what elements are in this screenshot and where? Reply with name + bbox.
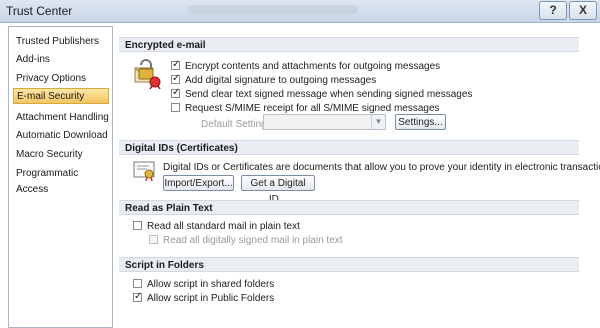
help-button[interactable]: ? [539, 1, 567, 20]
plain-text-standard-option[interactable]: Read all standard mail in plain text [133, 220, 300, 233]
settings-button[interactable]: Settings... [395, 114, 446, 130]
encrypt-contents-checkbox[interactable] [171, 58, 180, 71]
title-bar: Trust Center ? X [0, 0, 600, 23]
section-header-read-as-plain-text: Read as Plain Text [119, 200, 579, 215]
default-setting-select[interactable]: ▼ [263, 114, 386, 130]
add-signature-label: Add digital signature to outgoing messag… [185, 75, 377, 86]
lock-envelope-icon [134, 59, 161, 89]
script-shared-folders-label: Allow script in shared folders [147, 279, 275, 290]
section-header-encrypted-email: Encrypted e-mail [119, 37, 579, 52]
blurred-account-address [188, 5, 358, 14]
digital-ids-description: Digital IDs or Certificates are document… [163, 162, 600, 173]
sidebar-item-trusted-publishers[interactable]: Trusted Publishers [13, 34, 109, 50]
section-header-script-in-folders: Script in Folders [119, 257, 579, 272]
encrypt-contents-option[interactable]: Encrypt contents and attachments for out… [171, 58, 441, 73]
plain-text-standard-checkbox[interactable] [133, 221, 142, 230]
plain-text-signed-label: Read all digitally signed mail in plain … [163, 235, 343, 246]
clear-text-signed-label: Send clear text signed message when send… [185, 89, 473, 100]
script-shared-folders-checkbox[interactable] [133, 279, 142, 288]
sidebar-item-add-ins[interactable]: Add-ins [13, 52, 109, 68]
import-export-button[interactable]: Import/Export... [163, 175, 234, 191]
script-public-folders-label: Allow script in Public Folders [147, 293, 275, 304]
add-signature-checkbox[interactable] [171, 72, 180, 85]
sidebar-item-attachment-handling[interactable]: Attachment Handling [13, 110, 109, 126]
sidebar-item-programmatic-access[interactable]: Programmatic Access [13, 166, 109, 195]
script-public-folders-option[interactable]: Allow script in Public Folders [133, 290, 275, 305]
main-panel: Encrypted e-mail Encrypt contents and at… [119, 26, 600, 326]
get-digital-id-button[interactable]: Get a Digital ID... [241, 175, 315, 205]
plain-text-signed-option: Read all digitally signed mail in plain … [149, 234, 343, 247]
plain-text-signed-checkbox [149, 235, 158, 244]
chevron-down-icon[interactable]: ▼ [371, 115, 385, 129]
section-header-digital-ids: Digital IDs (Certificates) [119, 140, 579, 155]
sidebar-item-privacy-options[interactable]: Privacy Options [13, 71, 109, 87]
plain-text-standard-label: Read all standard mail in plain text [147, 221, 300, 232]
sidebar-item-automatic-download[interactable]: Automatic Download [13, 128, 109, 144]
default-setting-label: Default Setting: [201, 119, 270, 130]
encrypt-contents-label: Encrypt contents and attachments for out… [185, 61, 441, 72]
clear-text-signed-checkbox[interactable] [171, 86, 180, 99]
sidebar-item-email-security[interactable]: E-mail Security [13, 88, 109, 104]
clear-text-signed-option[interactable]: Send clear text signed message when send… [171, 86, 473, 101]
script-shared-folders-option[interactable]: Allow script in shared folders [133, 278, 274, 291]
sidebar-item-macro-security[interactable]: Macro Security [13, 147, 109, 163]
add-signature-option[interactable]: Add digital signature to outgoing messag… [171, 72, 377, 87]
close-button[interactable]: X [569, 1, 597, 20]
smime-receipt-label: Request S/MIME receipt for all S/MIME si… [185, 103, 440, 114]
script-public-folders-checkbox[interactable] [133, 290, 142, 303]
sidebar: Trusted Publishers Add-ins Privacy Optio… [8, 26, 113, 328]
certificate-icon [133, 161, 155, 182]
smime-receipt-checkbox[interactable] [171, 103, 180, 112]
window-title: Trust Center [6, 4, 73, 18]
